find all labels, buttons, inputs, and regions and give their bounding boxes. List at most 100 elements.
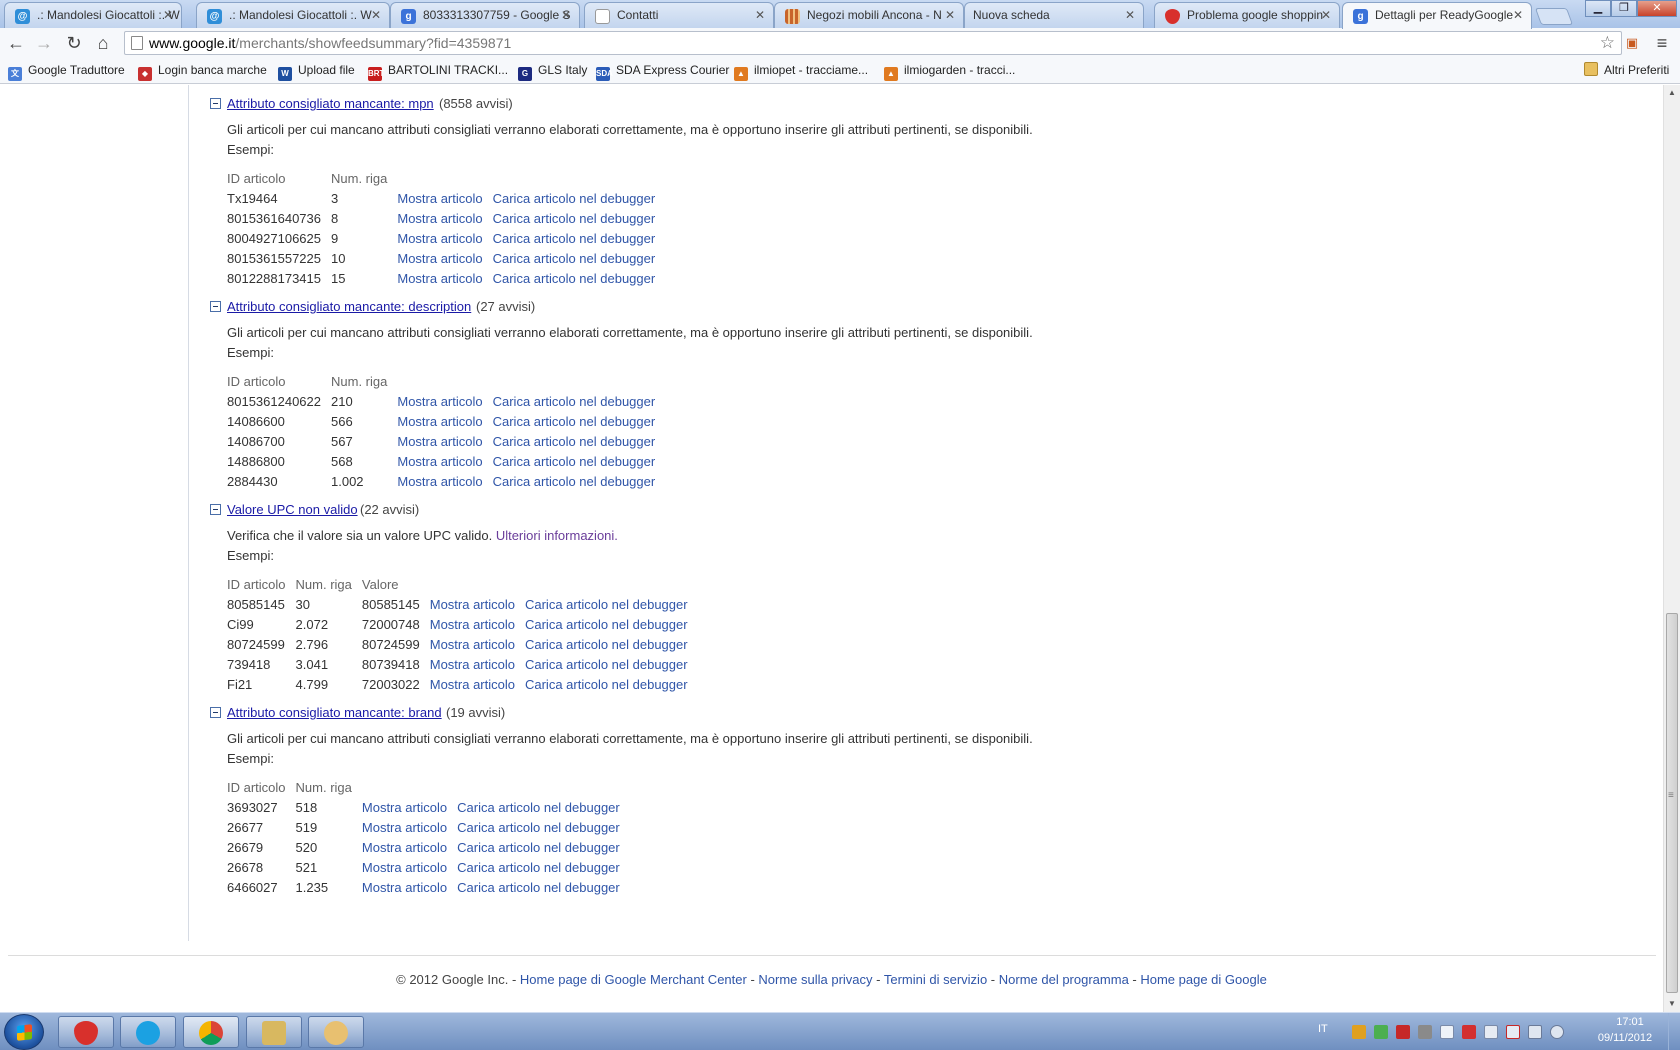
forward-button[interactable]: → <box>32 32 56 54</box>
browser-tab[interactable]: @ .: Mandolesi Giocattoli :. W ✕ <box>196 2 390 28</box>
bookmark-login-banca[interactable]: ◆ Login banca marche <box>138 62 267 81</box>
scroll-down-arrow-icon[interactable]: ▼ <box>1664 996 1680 1012</box>
debugger-link[interactable]: Carica articolo nel debugger <box>525 594 698 614</box>
footer-link-terms[interactable]: Termini di servizio <box>884 972 987 987</box>
close-icon[interactable]: ✕ <box>1513 3 1523 28</box>
language-indicator[interactable]: IT <box>1318 1023 1328 1035</box>
footer-link-privacy[interactable]: Norme sulla privacy <box>758 972 872 987</box>
debugger-link[interactable]: Carica articolo nel debugger <box>525 614 698 634</box>
section-title-link[interactable]: Valore UPC non valido <box>227 501 358 519</box>
debugger-link[interactable]: Carica articolo nel debugger <box>493 268 666 288</box>
collapse-toggle[interactable] <box>210 98 221 109</box>
network-icon[interactable] <box>1506 1025 1520 1039</box>
debugger-link[interactable]: Carica articolo nel debugger <box>493 471 666 491</box>
debugger-link[interactable]: Carica articolo nel debugger <box>493 208 666 228</box>
bookmark-ilmiogarden[interactable]: ▲ ilmiogarden - tracci... <box>884 62 1015 81</box>
speaker-icon[interactable] <box>1550 1025 1564 1039</box>
bookmark-sda[interactable]: SDA SDA Express Courier <box>596 62 729 81</box>
close-window-button[interactable]: ✕ <box>1637 0 1677 17</box>
debugger-link[interactable]: Carica articolo nel debugger <box>457 837 630 857</box>
browser-tab[interactable]: Nuova scheda ✕ <box>964 2 1144 28</box>
vertical-scrollbar[interactable]: ▲ ▼ <box>1663 85 1680 1012</box>
taskbar-app[interactable] <box>120 1016 176 1048</box>
browser-tab[interactable]: g 8033313307759 - Google S ✕ <box>390 2 580 28</box>
reload-button[interactable]: ↻ <box>62 32 86 54</box>
home-button[interactable]: ⌂ <box>91 32 115 54</box>
message-icon[interactable] <box>1440 1025 1454 1039</box>
show-desktop-button[interactable] <box>1668 1013 1680 1050</box>
show-item-link[interactable]: Mostra articolo <box>397 431 492 451</box>
show-item-link[interactable]: Mostra articolo <box>430 654 525 674</box>
close-icon[interactable]: ✕ <box>755 3 765 28</box>
menu-icon[interactable]: ≡ <box>1650 32 1674 54</box>
debugger-link[interactable]: Carica articolo nel debugger <box>457 817 630 837</box>
ati-icon[interactable] <box>1462 1025 1476 1039</box>
debugger-link[interactable]: Carica articolo nel debugger <box>525 674 698 694</box>
more-info-link[interactable]: Ulteriori informazioni. <box>496 528 618 543</box>
debugger-link[interactable]: Carica articolo nel debugger <box>525 634 698 654</box>
taskbar-app[interactable] <box>246 1016 302 1048</box>
collapse-toggle[interactable] <box>210 504 221 515</box>
footer-link-program-policies[interactable]: Norme del programma <box>999 972 1129 987</box>
debugger-link[interactable]: Carica articolo nel debugger <box>493 228 666 248</box>
debugger-link[interactable]: Carica articolo nel debugger <box>457 877 630 897</box>
section-title-link[interactable]: Attributo consigliato mancante: mpn <box>227 95 434 113</box>
clock-date[interactable]: 09/11/2012 <box>1590 1032 1660 1044</box>
bookmark-gls[interactable]: G GLS Italy <box>518 62 587 81</box>
section-title-link[interactable]: Attributo consigliato mancante: brand <box>227 704 442 722</box>
show-item-link[interactable]: Mostra articolo <box>430 634 525 654</box>
show-item-link[interactable]: Mostra articolo <box>397 208 492 228</box>
debugger-link[interactable]: Carica articolo nel debugger <box>493 431 666 451</box>
new-tab-button[interactable] <box>1534 8 1574 25</box>
bookmark-google-traduttore[interactable]: 文 Google Traduttore <box>8 62 125 81</box>
tray-app-icon[interactable] <box>1418 1025 1432 1039</box>
browser-tab-active[interactable]: g Dettagli per ReadyGoogle ✕ <box>1342 2 1532 29</box>
start-button[interactable] <box>4 1014 44 1050</box>
bookmark-bartolini[interactable]: BRT BARTOLINI TRACKI... <box>368 62 508 81</box>
debugger-link[interactable]: Carica articolo nel debugger <box>493 248 666 268</box>
debugger-link[interactable]: Carica articolo nel debugger <box>457 857 630 877</box>
close-icon[interactable]: ✕ <box>561 3 571 28</box>
battery-icon[interactable] <box>1528 1025 1542 1039</box>
show-item-link[interactable]: Mostra articolo <box>397 228 492 248</box>
show-item-link[interactable]: Mostra articolo <box>397 411 492 431</box>
browser-tab[interactable]: Negozi mobili Ancona - N ✕ <box>774 2 964 28</box>
footer-link-google-home[interactable]: Home page di Google <box>1140 972 1266 987</box>
taskbar-app[interactable] <box>58 1016 114 1048</box>
bookmark-star-icon[interactable]: ☆ <box>1600 32 1615 54</box>
show-item-link[interactable]: Mostra articolo <box>397 248 492 268</box>
check-icon[interactable] <box>1374 1025 1388 1039</box>
browser-tab[interactable]: Contatti ✕ <box>584 2 774 28</box>
show-item-link[interactable]: Mostra articolo <box>362 877 457 897</box>
taskbar-app[interactable] <box>308 1016 364 1048</box>
scroll-up-arrow-icon[interactable]: ▲ <box>1664 85 1680 101</box>
taskbar-app-active[interactable] <box>183 1016 239 1048</box>
other-bookmarks-folder[interactable]: Altri Preferiti <box>1584 62 1669 79</box>
debugger-link[interactable]: Carica articolo nel debugger <box>493 411 666 431</box>
show-item-link[interactable]: Mostra articolo <box>362 797 457 817</box>
restore-button[interactable]: ❐ <box>1611 0 1637 17</box>
warning-icon[interactable] <box>1352 1025 1366 1039</box>
collapse-toggle[interactable] <box>210 707 221 718</box>
close-icon[interactable]: ✕ <box>945 3 955 28</box>
clock-time[interactable]: 17:01 <box>1600 1016 1660 1028</box>
scroll-thumb[interactable] <box>1666 613 1678 993</box>
browser-tab[interactable]: Problema google shoppin ✕ <box>1154 2 1340 28</box>
close-icon[interactable]: ✕ <box>163 3 173 28</box>
show-item-link[interactable]: Mostra articolo <box>362 817 457 837</box>
close-icon[interactable]: ✕ <box>1321 3 1331 28</box>
show-item-link[interactable]: Mostra articolo <box>362 837 457 857</box>
action-center-icon[interactable] <box>1484 1025 1498 1039</box>
acrobat-icon[interactable] <box>1396 1025 1410 1039</box>
show-item-link[interactable]: Mostra articolo <box>397 471 492 491</box>
debugger-link[interactable]: Carica articolo nel debugger <box>525 654 698 674</box>
debugger-link[interactable]: Carica articolo nel debugger <box>493 188 666 208</box>
show-item-link[interactable]: Mostra articolo <box>397 451 492 471</box>
close-icon[interactable]: ✕ <box>371 3 381 28</box>
extension-icon[interactable]: ▣ <box>1620 32 1644 54</box>
bookmark-ilmiopet[interactable]: ▲ ilmiopet - tracciame... <box>734 62 868 81</box>
address-bar[interactable]: www.google.it/merchants/showfeedsummary?… <box>124 31 1622 55</box>
bookmark-upload-file[interactable]: W Upload file <box>278 62 355 81</box>
show-item-link[interactable]: Mostra articolo <box>362 857 457 877</box>
show-item-link[interactable]: Mostra articolo <box>397 188 492 208</box>
